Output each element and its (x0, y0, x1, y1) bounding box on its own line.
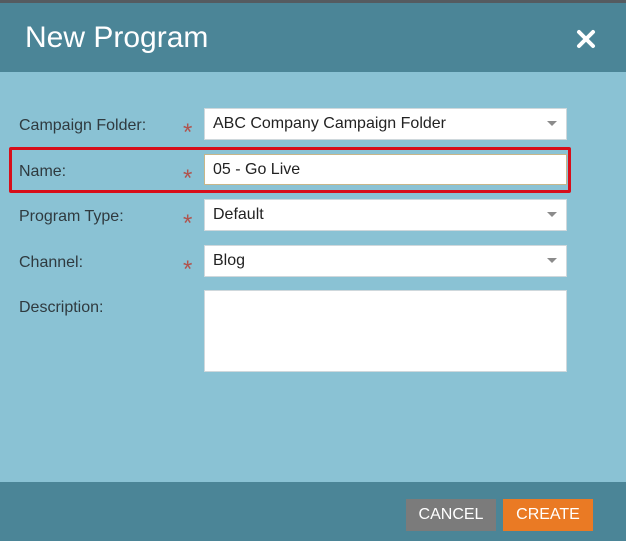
name-input[interactable] (204, 154, 567, 185)
dialog-header: New Program (0, 3, 626, 72)
chevron-down-icon (547, 258, 557, 263)
campaign-folder-label: Campaign Folder: (19, 117, 147, 134)
program-type-select[interactable]: Default (204, 199, 567, 231)
chevron-down-icon (547, 212, 557, 217)
description-label: Description: (19, 299, 104, 316)
required-star: * (183, 256, 193, 283)
program-type-label: Program Type: (19, 208, 124, 225)
description-textarea[interactable] (204, 290, 567, 372)
cancel-button[interactable]: CANCEL (406, 499, 496, 531)
program-type-value: Default (213, 206, 264, 223)
name-label: Name: (19, 163, 67, 180)
campaign-folder-select[interactable]: ABC Company Campaign Folder (204, 108, 567, 140)
chevron-down-icon (547, 121, 557, 126)
campaign-folder-value: ABC Company Campaign Folder (213, 115, 446, 132)
channel-select[interactable]: Blog (204, 245, 567, 277)
channel-value: Blog (213, 252, 246, 269)
dialog-title: New Program (25, 21, 209, 54)
required-star: * (183, 119, 193, 146)
dialog-footer: CANCEL CREATE (0, 482, 626, 541)
required-star: * (183, 165, 193, 192)
new-program-dialog: New Program Campaign Folder: * ABC Compa… (0, 3, 626, 541)
channel-label: Channel: (19, 254, 84, 271)
create-button[interactable]: CREATE (503, 499, 593, 531)
required-star: * (183, 210, 193, 237)
close-icon[interactable] (572, 25, 600, 53)
